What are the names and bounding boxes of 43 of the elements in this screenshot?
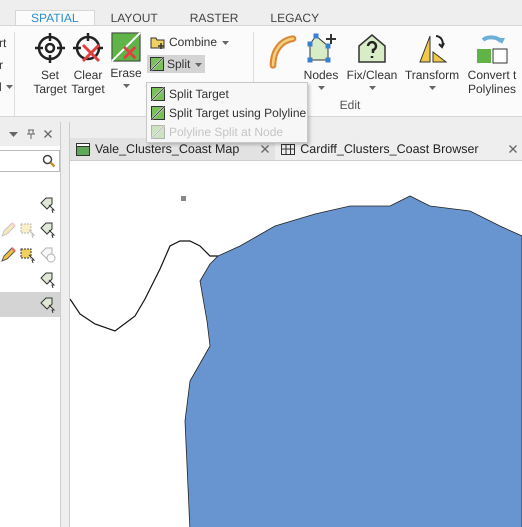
close-icon[interactable] bbox=[261, 145, 270, 153]
ribbon-tab[interactable]: RASTER bbox=[174, 10, 254, 25]
ribbon-label: r bbox=[0, 58, 3, 72]
split-icon bbox=[151, 86, 165, 100]
tool-button[interactable]: Convert t Polylines bbox=[466, 32, 518, 96]
pin-icon[interactable] bbox=[26, 129, 36, 139]
ribbon-tab[interactable]: LAYOUT bbox=[94, 10, 174, 25]
tool-button[interactable]: Set Target bbox=[31, 32, 69, 96]
tool-button[interactable]: Clear Target bbox=[69, 32, 107, 96]
tool-button[interactable]: Transform bbox=[404, 32, 460, 96]
pencil-icon[interactable] bbox=[0, 246, 16, 262]
house-question-icon bbox=[356, 32, 388, 64]
split-icon bbox=[151, 106, 165, 120]
tag-cursor-icon[interactable] bbox=[40, 272, 56, 288]
ribbon-tab[interactable]: LEGACY bbox=[254, 10, 336, 25]
tag-cursor-icon[interactable] bbox=[40, 222, 56, 238]
select-icon[interactable] bbox=[20, 246, 36, 262]
view-tab[interactable]: Cardiff_Clusters_Coast Browser bbox=[275, 138, 522, 160]
close-icon[interactable] bbox=[44, 130, 52, 138]
ribbon-tab[interactable]: SPATIAL bbox=[15, 10, 95, 25]
dropdown-icon[interactable] bbox=[9, 132, 18, 136]
menu-item[interactable]: Split Target using Polyline bbox=[147, 103, 307, 122]
ribbon-label: l bbox=[0, 80, 2, 94]
split-icon bbox=[151, 124, 165, 138]
table-icon bbox=[281, 144, 296, 154]
search-field[interactable] bbox=[0, 150, 60, 172]
tool-button[interactable]: Split bbox=[147, 55, 206, 73]
target-icon bbox=[34, 32, 66, 64]
layer-row[interactable] bbox=[0, 292, 60, 317]
tool-button[interactable]: Erase bbox=[107, 32, 145, 88]
caret-icon bbox=[6, 85, 13, 89]
search-icon bbox=[42, 154, 56, 168]
erase-icon bbox=[111, 32, 141, 62]
map-icon bbox=[76, 142, 90, 156]
tag-cursor-icon[interactable] bbox=[40, 296, 56, 312]
split-icon bbox=[150, 57, 164, 71]
tag-cursor-icon[interactable] bbox=[40, 196, 56, 212]
tool-button[interactable]: Fix/Clean bbox=[346, 32, 398, 96]
close-icon[interactable] bbox=[508, 145, 517, 153]
ribbon-label: rt bbox=[0, 36, 6, 50]
group-label: Edit bbox=[340, 98, 360, 112]
clear-target-icon bbox=[72, 32, 104, 64]
tool-button[interactable]: Combine bbox=[147, 32, 232, 52]
